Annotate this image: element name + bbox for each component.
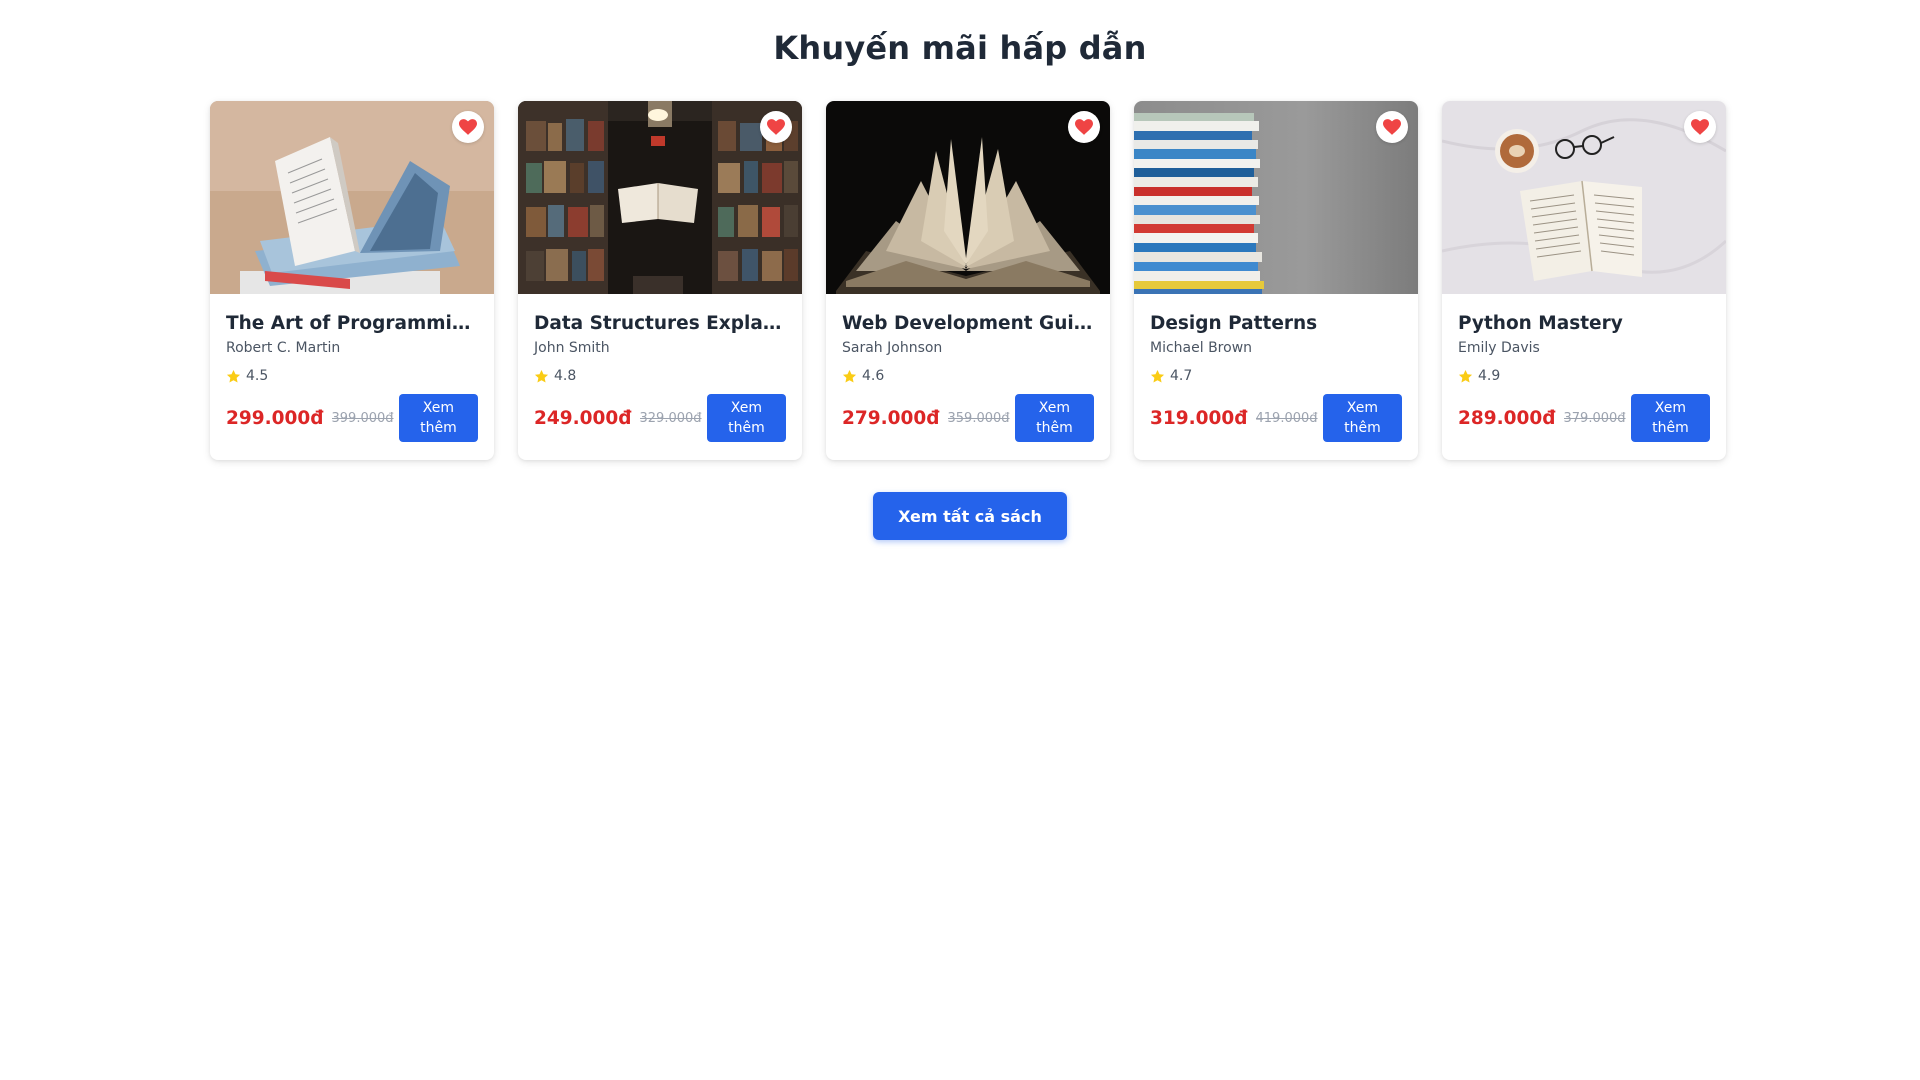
star-icon xyxy=(842,369,857,382)
book-card[interactable]: Design Patterns Michael Brown 4.7 319.00… xyxy=(1134,101,1418,460)
book-card[interactable]: Python Mastery Emily Davis 4.9 289.000đ … xyxy=(1442,101,1726,460)
rating-value: 4.5 xyxy=(246,368,269,384)
view-more-label-line2: thêm xyxy=(728,420,765,436)
sale-price: 299.000đ xyxy=(226,407,324,429)
sale-price: 289.000đ xyxy=(1458,407,1556,429)
heart-icon xyxy=(767,119,785,135)
rating-value: 4.6 xyxy=(862,368,885,384)
book-card[interactable]: Data Structures Explai… John Smith 4.8 2… xyxy=(518,101,802,460)
book-cover-image[interactable] xyxy=(826,101,1110,294)
book-title[interactable]: Data Structures Explai… xyxy=(534,312,786,336)
original-price: 379.000đ xyxy=(1563,410,1626,426)
view-more-label-line1: Xem xyxy=(730,400,763,416)
book-author: Robert C. Martin xyxy=(226,340,341,356)
view-all-books-button[interactable]: Xem tất cả sách xyxy=(873,492,1067,540)
book-title[interactable]: Python Mastery xyxy=(1458,312,1710,336)
view-more-button[interactable]: Xem thêm xyxy=(1322,394,1402,442)
favorite-button[interactable] xyxy=(452,111,484,143)
original-price: 359.000đ xyxy=(947,410,1010,426)
view-more-label-line1: Xem xyxy=(1038,400,1071,416)
heart-icon xyxy=(1691,119,1709,135)
view-more-button[interactable]: Xem thêm xyxy=(398,394,478,442)
view-more-label-line2: thêm xyxy=(1036,420,1073,436)
book-title[interactable]: Web Development Gui… xyxy=(842,312,1094,336)
star-icon xyxy=(226,369,241,382)
heart-icon xyxy=(1075,119,1093,135)
book-card-list: The Art of Programming Robert C. Martin … xyxy=(210,101,1726,460)
favorite-button[interactable] xyxy=(1376,111,1408,143)
rating-value: 4.8 xyxy=(554,368,577,384)
book-author: Sarah Johnson xyxy=(842,340,943,356)
book-cover-image[interactable] xyxy=(1134,101,1418,294)
price-row: 289.000đ 379.000đ Xem thêm xyxy=(1458,394,1710,442)
view-more-label-line2: thêm xyxy=(1344,420,1381,436)
book-rating: 4.5 xyxy=(226,367,478,385)
sale-price: 249.000đ xyxy=(534,407,632,429)
favorite-button[interactable] xyxy=(760,111,792,143)
star-icon xyxy=(1150,369,1165,382)
book-author: Emily Davis xyxy=(1458,340,1540,356)
book-rating: 4.7 xyxy=(1150,367,1402,385)
book-card[interactable]: The Art of Programming Robert C. Martin … xyxy=(210,101,494,460)
heart-icon xyxy=(459,119,477,135)
view-more-label-line2: thêm xyxy=(1652,420,1689,436)
book-rating: 4.6 xyxy=(842,367,1094,385)
book-cover-image[interactable] xyxy=(518,101,802,294)
price-row: 299.000đ 399.000đ Xem thêm xyxy=(226,394,478,442)
book-author: John Smith xyxy=(534,340,610,356)
book-author: Michael Brown xyxy=(1150,340,1253,356)
view-more-label-line1: Xem xyxy=(1346,400,1379,416)
section-title: Khuyến mãi hấp dẫn xyxy=(773,29,1147,67)
original-price: 329.000đ xyxy=(639,410,702,426)
sale-price: 279.000đ xyxy=(842,407,940,429)
favorite-button[interactable] xyxy=(1068,111,1100,143)
view-more-button[interactable]: Xem thêm xyxy=(706,394,786,442)
original-price: 419.000đ xyxy=(1255,410,1318,426)
view-more-button[interactable]: Xem thêm xyxy=(1014,394,1094,442)
book-card[interactable]: Web Development Gui… Sarah Johnson 4.6 2… xyxy=(826,101,1110,460)
view-more-label-line1: Xem xyxy=(1654,400,1687,416)
book-title[interactable]: Design Patterns xyxy=(1150,312,1402,336)
view-more-label-line1: Xem xyxy=(422,400,455,416)
rating-value: 4.7 xyxy=(1170,368,1193,384)
original-price: 399.000đ xyxy=(331,410,394,426)
rating-value: 4.9 xyxy=(1478,368,1501,384)
view-more-button[interactable]: Xem thêm xyxy=(1630,394,1710,442)
star-icon xyxy=(1458,369,1473,382)
book-title[interactable]: The Art of Programming xyxy=(226,312,478,336)
book-rating: 4.8 xyxy=(534,367,786,385)
favorite-button[interactable] xyxy=(1684,111,1716,143)
star-icon xyxy=(534,369,549,382)
price-row: 319.000đ 419.000đ Xem thêm xyxy=(1150,394,1402,442)
view-more-label-line2: thêm xyxy=(420,420,457,436)
book-cover-image[interactable] xyxy=(1442,101,1726,294)
sale-price: 319.000đ xyxy=(1150,407,1248,429)
heart-icon xyxy=(1383,119,1401,135)
book-cover-image[interactable] xyxy=(210,101,494,294)
price-row: 279.000đ 359.000đ Xem thêm xyxy=(842,394,1094,442)
book-rating: 4.9 xyxy=(1458,367,1710,385)
price-row: 249.000đ 329.000đ Xem thêm xyxy=(534,394,786,442)
